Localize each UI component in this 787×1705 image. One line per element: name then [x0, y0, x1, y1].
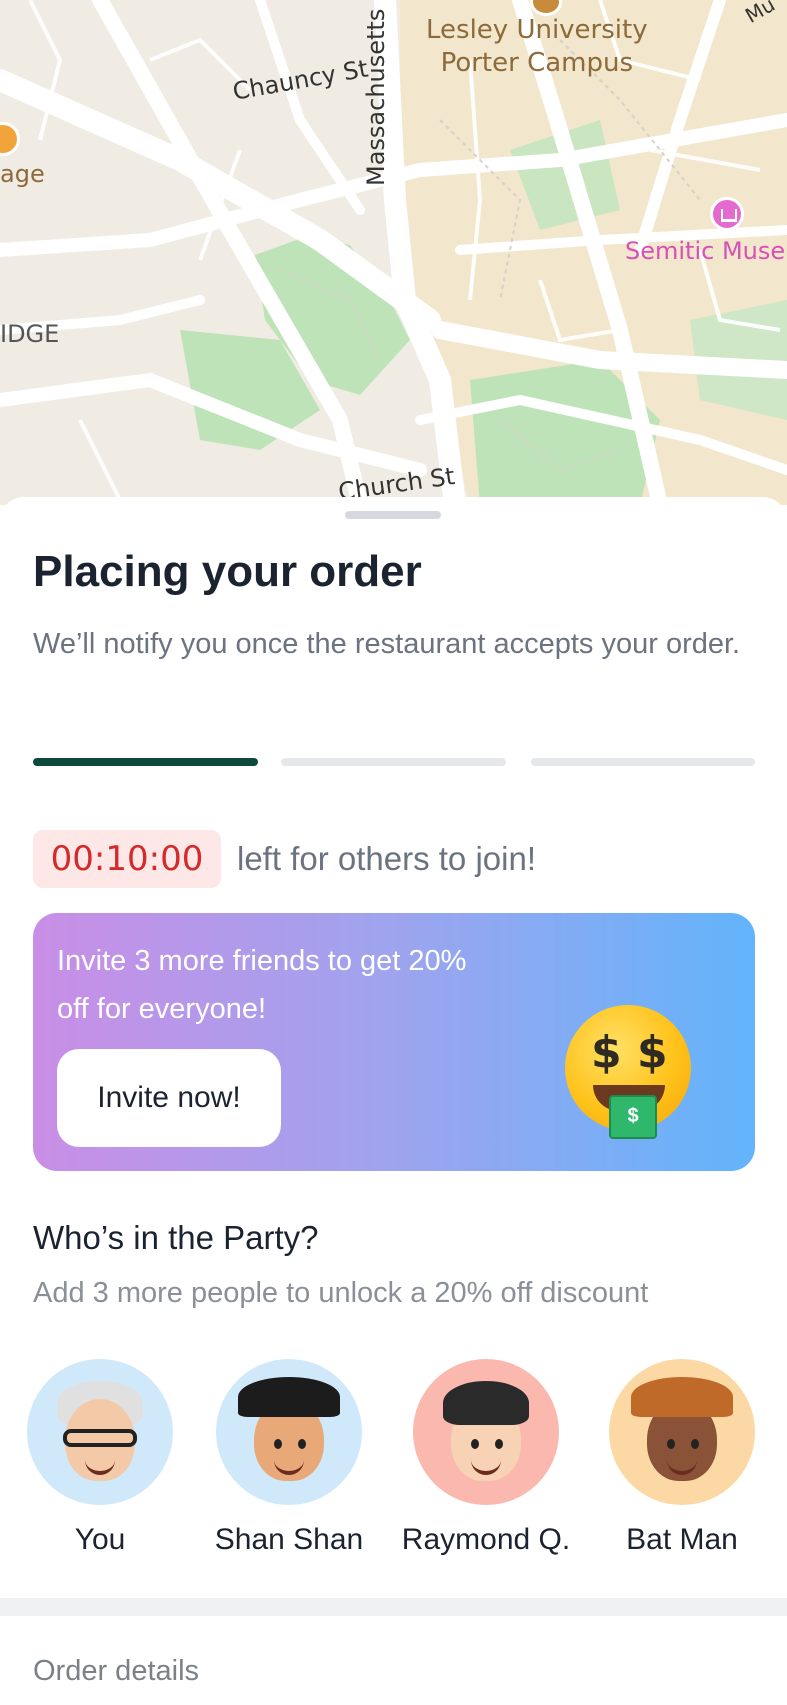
- party-member-you[interactable]: You: [0, 1359, 200, 1557]
- money-mouth-face-icon: $ $ $: [565, 1005, 691, 1139]
- museum-icon[interactable]: [710, 197, 744, 231]
- street-label-massachusetts: Massachusetts: [362, 8, 390, 186]
- invite-now-button[interactable]: Invite now!: [57, 1049, 281, 1147]
- progress-step-3: [531, 758, 755, 766]
- invite-promo-banner: Invite 3 more friends to get 20% off for…: [33, 913, 755, 1171]
- dollar-eye-left: $: [591, 1027, 622, 1078]
- order-status-sheet: Placing your order We’ll notify you once…: [0, 497, 787, 1705]
- place-label-line2: Porter Campus: [440, 48, 634, 78]
- avatar-eye: [298, 1439, 306, 1449]
- avatar: [609, 1359, 755, 1505]
- avatar: [413, 1359, 559, 1505]
- avatar: [216, 1359, 362, 1505]
- countdown-timer: 00:10:00: [33, 830, 221, 888]
- drag-handle[interactable]: [345, 511, 441, 519]
- order-subtitle: We’ll notify you once the restaurant acc…: [33, 628, 741, 660]
- order-details-heading[interactable]: Order details: [33, 1655, 199, 1688]
- avatar: [27, 1359, 173, 1505]
- avatar-eye: [471, 1439, 479, 1449]
- page-title: Placing your order: [33, 547, 422, 596]
- progress-step-2: [281, 758, 506, 766]
- progress-step-1: [33, 758, 258, 766]
- place-label-line1: Lesley University: [426, 15, 648, 45]
- member-name: Bat Man: [626, 1523, 738, 1556]
- member-name: Shan Shan: [214, 1523, 364, 1556]
- party-member-raymond[interactable]: Raymond Q.: [386, 1359, 586, 1557]
- area-label-partial: IDGE: [0, 320, 60, 348]
- place-label-semitic[interactable]: Semitic Muse: [625, 237, 785, 265]
- glasses-icon: [63, 1429, 137, 1447]
- avatar-hat: [631, 1377, 733, 1417]
- place-label-lesley[interactable]: Lesley University Porter Campus: [426, 14, 648, 80]
- cash-icon: $: [609, 1095, 657, 1139]
- avatar-hair: [443, 1381, 529, 1425]
- avatar-eye: [495, 1439, 503, 1449]
- avatar-hat: [238, 1377, 340, 1417]
- member-name: Raymond Q.: [401, 1523, 571, 1556]
- party-title: Who’s in the Party?: [33, 1219, 319, 1256]
- dollar-eye-right: $: [637, 1027, 668, 1078]
- avatar-eye: [691, 1439, 699, 1449]
- member-name: You: [74, 1523, 126, 1556]
- place-label-partial: age: [0, 160, 45, 188]
- promo-text: Invite 3 more friends to get 20% off for…: [57, 945, 467, 1025]
- section-divider: [0, 1598, 787, 1616]
- party-subtitle: Add 3 more people to unlock a 20% off di…: [33, 1277, 649, 1309]
- party-member-shan-shan[interactable]: Shan Shan: [189, 1359, 389, 1557]
- timer-label: left for others to join!: [237, 840, 536, 877]
- party-member-bat-man[interactable]: Bat Man: [582, 1359, 782, 1557]
- map-view[interactable]: Chauncy St Massachusetts Lesley Universi…: [0, 0, 787, 505]
- avatar-eye: [667, 1439, 675, 1449]
- avatar-eye: [274, 1439, 282, 1449]
